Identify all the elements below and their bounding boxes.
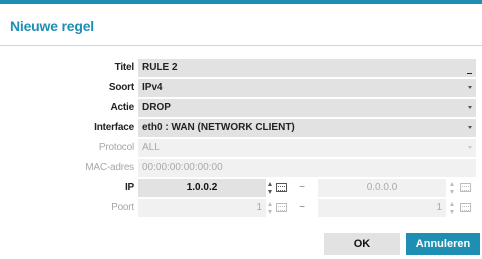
chevron-down-icon	[468, 86, 472, 89]
ip-label: IP	[124, 182, 134, 193]
new-rule-dialog: Nieuwe regel Titel RULE 2 Soort IPv4 Act…	[0, 0, 482, 259]
soort-value: IPv4	[142, 82, 163, 93]
mac-label: MAC-adres	[85, 162, 134, 173]
mac-value: 00:00:00:00:00:00	[142, 162, 223, 173]
arrow-down-icon	[450, 210, 454, 214]
arrow-up-icon	[450, 182, 454, 186]
titel-value: RULE 2	[142, 62, 178, 73]
arrow-up-icon	[268, 202, 272, 206]
actie-select[interactable]: DROP	[138, 99, 476, 117]
arrow-down-icon	[268, 210, 272, 214]
row-actie: Actie DROP	[0, 99, 482, 117]
cancel-button[interactable]: Annuleren	[406, 233, 480, 255]
actie-label: Actie	[110, 102, 135, 113]
arrow-up-icon	[450, 202, 454, 206]
row-poort: Poort 1 ~ 1	[0, 199, 482, 217]
chevron-down-icon	[468, 146, 472, 149]
ip-from-input[interactable]: 1.0.0.2	[138, 179, 266, 197]
poort-from-spinner	[267, 199, 274, 217]
interface-label: Interface	[94, 122, 134, 133]
row-interface: Interface eth0 : WAN (NETWORK CLIENT)	[0, 119, 482, 137]
range-separator: ~	[299, 182, 305, 193]
interface-select[interactable]: eth0 : WAN (NETWORK CLIENT)	[138, 119, 476, 137]
dialog-title: Nieuwe regel	[10, 18, 94, 34]
titel-input[interactable]: RULE 2	[138, 59, 476, 77]
arrow-up-icon	[268, 182, 272, 186]
mac-input: 00:00:00:00:00:00	[138, 159, 476, 177]
title-divider	[0, 45, 482, 46]
keyboard-icon[interactable]	[460, 183, 471, 192]
poort-to-input: 1	[318, 199, 446, 217]
row-mac: MAC-adres 00:00:00:00:00:00	[0, 159, 482, 177]
chevron-down-icon	[468, 106, 472, 109]
row-ip: IP 1.0.0.2 ~ 0.0.0.0	[0, 179, 482, 197]
soort-select[interactable]: IPv4	[138, 79, 476, 97]
poort-label: Poort	[111, 202, 134, 213]
protocol-select: ALL	[138, 139, 476, 157]
protocol-value: ALL	[142, 142, 160, 153]
keyboard-icon	[460, 203, 471, 212]
arrow-down-icon	[450, 190, 454, 194]
soort-label: Soort	[108, 82, 134, 93]
keyboard-icon	[276, 203, 287, 212]
ip-from-spinner[interactable]	[267, 179, 274, 197]
ip-to-input[interactable]: 0.0.0.0	[318, 179, 446, 197]
protocol-label: Protocol	[98, 142, 134, 153]
poort-from-input: 1	[138, 199, 266, 217]
range-separator: ~	[299, 202, 305, 213]
poort-to-spinner	[449, 199, 456, 217]
ip-to-spinner[interactable]	[449, 179, 456, 197]
text-cursor	[467, 73, 472, 74]
actie-value: DROP	[142, 102, 171, 113]
row-soort: Soort IPv4	[0, 79, 482, 97]
keyboard-icon[interactable]	[276, 183, 287, 192]
ok-button[interactable]: OK	[324, 233, 400, 255]
chevron-down-icon	[468, 126, 472, 129]
arrow-down-icon	[268, 190, 272, 194]
interface-value: eth0 : WAN (NETWORK CLIENT)	[142, 122, 295, 133]
titel-label: Titel	[114, 62, 135, 73]
row-titel: Titel RULE 2	[0, 59, 482, 77]
row-protocol: Protocol ALL	[0, 139, 482, 157]
